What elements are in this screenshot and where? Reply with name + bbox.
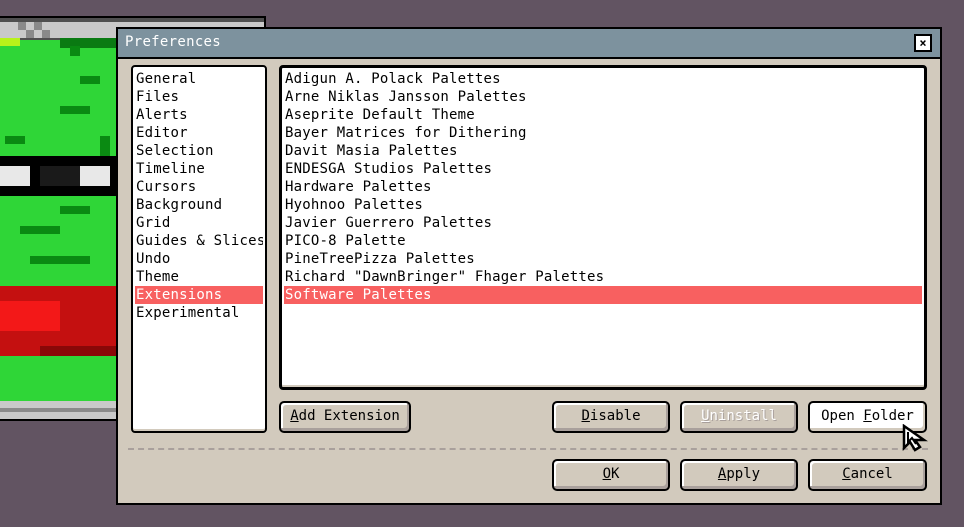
extension-item[interactable]: Javier Guerrero Palettes <box>284 214 922 232</box>
category-item-selection[interactable]: Selection <box>135 142 263 160</box>
disable-label: isable <box>589 408 641 424</box>
category-list: General Files Alerts Editor Selection Ti… <box>131 65 267 433</box>
category-item-experimental[interactable]: Experimental <box>135 304 263 322</box>
extension-item[interactable]: PineTreePizza Palettes <box>284 250 922 268</box>
ok-label: K <box>611 466 620 482</box>
close-icon[interactable]: × <box>914 34 932 52</box>
category-item-theme[interactable]: Theme <box>135 268 263 286</box>
category-item-general[interactable]: General <box>135 70 263 88</box>
extension-item[interactable]: Hyohnoo Palettes <box>284 196 922 214</box>
extension-item[interactable]: ENDESGA Studios Palettes <box>284 160 922 178</box>
extensions-list: Adigun A. Polack Palettes Arne Niklas Ja… <box>279 65 927 390</box>
add-extension-mnemonic: A <box>290 408 299 424</box>
cancel-button[interactable]: Cancel <box>808 459 927 491</box>
apply-button[interactable]: Apply <box>680 459 798 491</box>
extension-item[interactable]: PICO-8 Palette <box>284 232 922 250</box>
open-folder-label: older <box>871 408 914 424</box>
disable-mnemonic: D <box>581 408 590 424</box>
extension-item[interactable]: Aseprite Default Theme <box>284 106 922 124</box>
ok-mnemonic: O <box>602 466 611 482</box>
preferences-dialog: Preferences × General Files Alerts Edito… <box>116 27 942 505</box>
mouse-pointer-icon <box>902 424 928 452</box>
dialog-title: Preferences <box>125 34 222 50</box>
category-item-grid[interactable]: Grid <box>135 214 263 232</box>
category-item-undo[interactable]: Undo <box>135 250 263 268</box>
dialog-separator <box>128 448 928 450</box>
open-folder-mnemonic: F <box>863 408 872 424</box>
uninstall-button[interactable]: Uninstall <box>680 401 798 433</box>
category-item-cursors[interactable]: Cursors <box>135 178 263 196</box>
extension-item[interactable]: Davit Masia Palettes <box>284 142 922 160</box>
disable-button[interactable]: Disable <box>552 401 670 433</box>
category-item-timeline[interactable]: Timeline <box>135 160 263 178</box>
extension-item-selected[interactable]: Software Palettes <box>284 286 922 304</box>
add-extension-button[interactable]: Add Extension <box>279 401 411 433</box>
extension-item[interactable]: Bayer Matrices for Dithering <box>284 124 922 142</box>
ok-button[interactable]: OK <box>552 459 670 491</box>
category-item-alerts[interactable]: Alerts <box>135 106 263 124</box>
category-item-guides-slices[interactable]: Guides & Slices <box>135 232 263 250</box>
dialog-titlebar[interactable]: Preferences × <box>118 29 940 59</box>
extension-item[interactable]: Hardware Palettes <box>284 178 922 196</box>
category-item-files[interactable]: Files <box>135 88 263 106</box>
cancel-label: ancel <box>850 466 893 482</box>
open-folder-label-prefix: Open <box>821 408 864 424</box>
category-item-extensions[interactable]: Extensions <box>135 286 263 304</box>
extension-item[interactable]: Adigun A. Polack Palettes <box>284 70 922 88</box>
uninstall-mnemonic: U <box>701 408 710 424</box>
extension-item[interactable]: Arne Niklas Jansson Palettes <box>284 88 922 106</box>
category-item-editor[interactable]: Editor <box>135 124 263 142</box>
category-item-background[interactable]: Background <box>135 196 263 214</box>
extension-item[interactable]: Richard "DawnBringer" Fhager Palettes <box>284 268 922 286</box>
cancel-mnemonic: C <box>842 466 851 482</box>
add-extension-label: dd Extension <box>298 408 400 424</box>
uninstall-label: ninstall <box>709 408 777 424</box>
apply-label: pply <box>726 466 761 482</box>
